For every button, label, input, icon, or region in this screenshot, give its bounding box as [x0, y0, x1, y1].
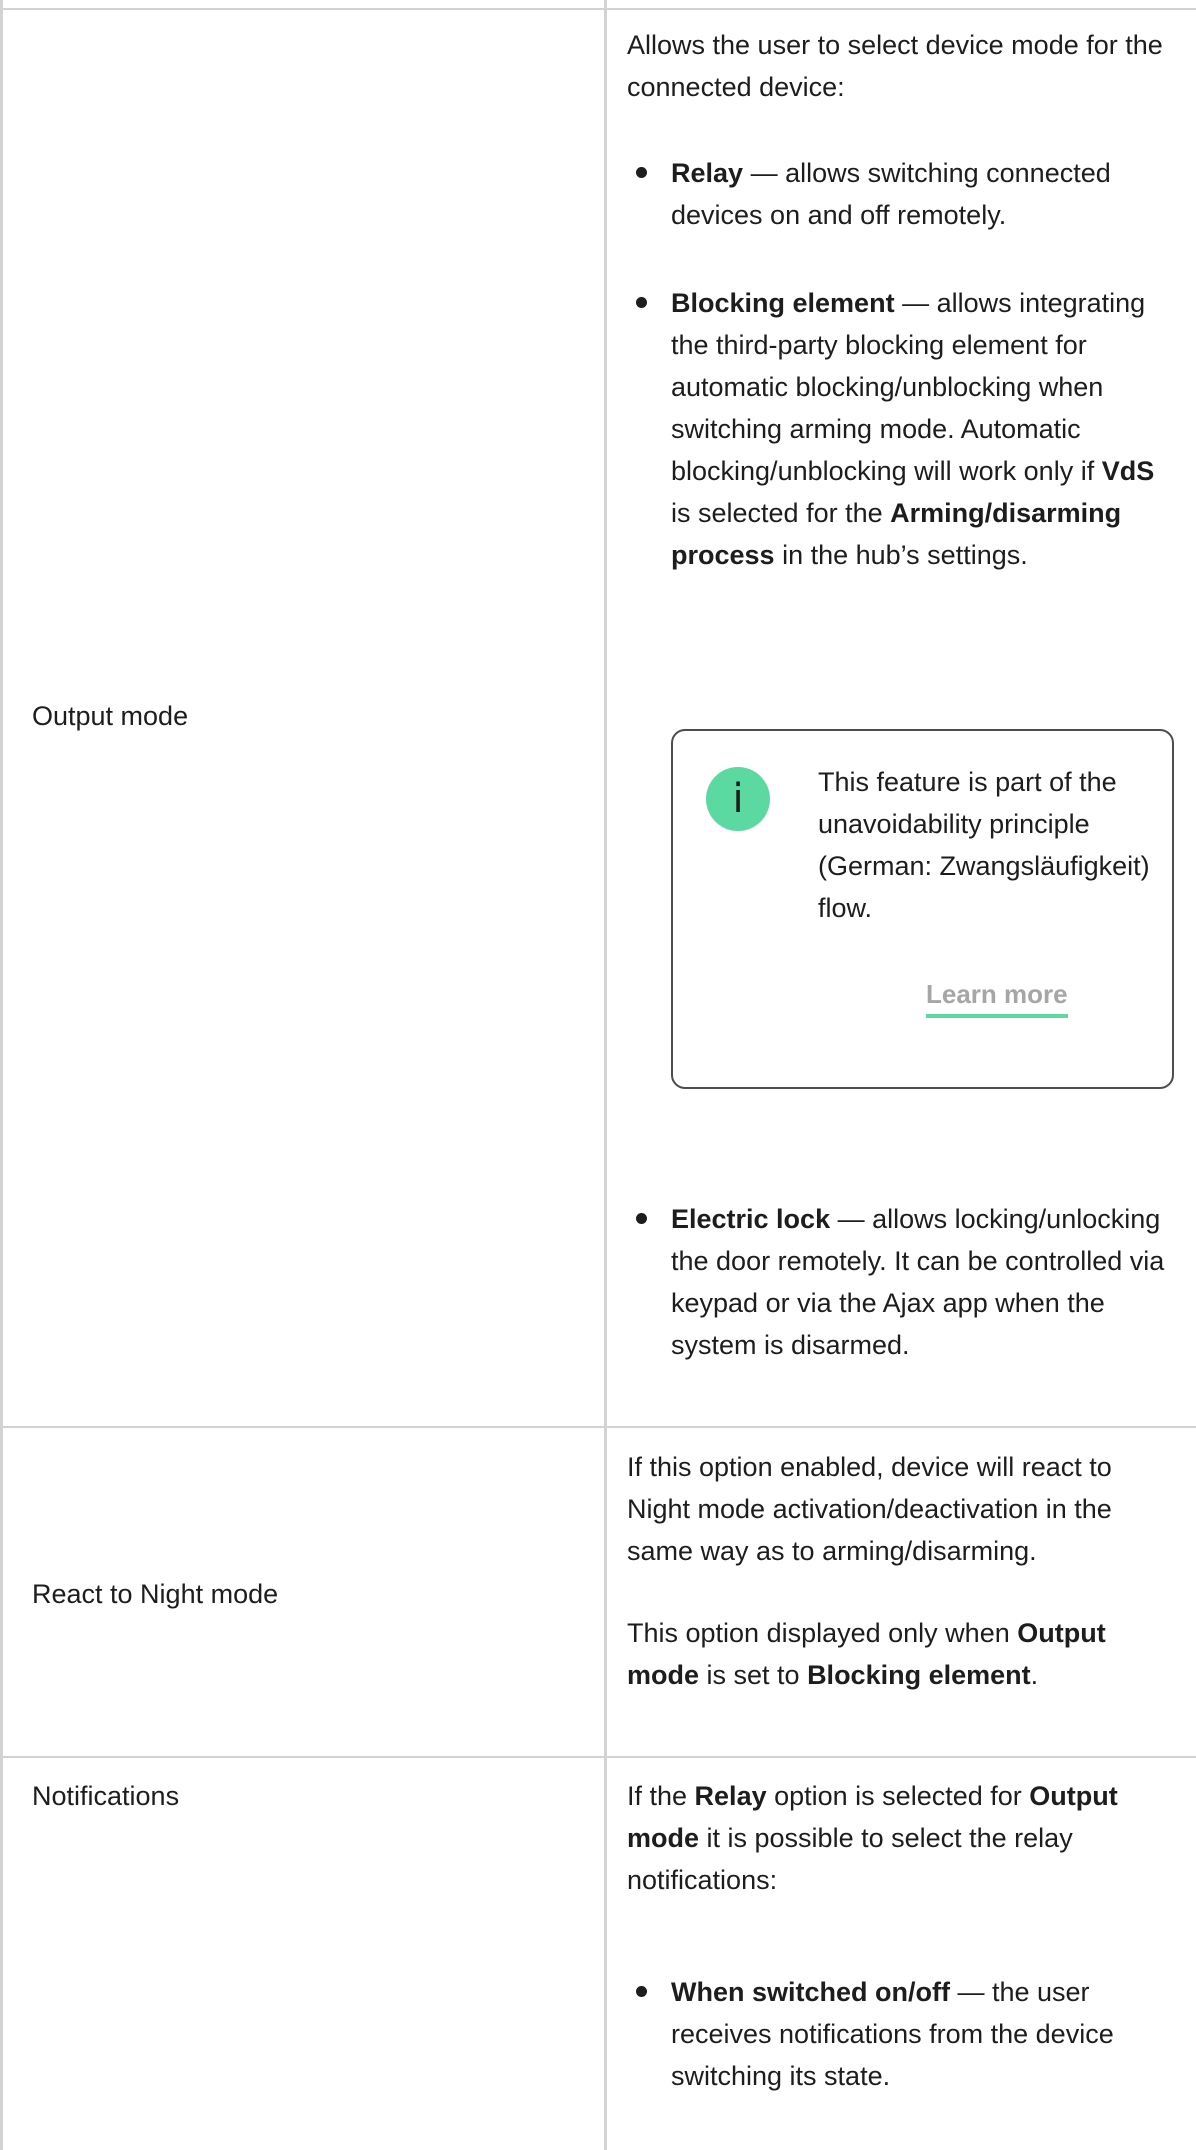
night-mode-paragraph: If this option enabled, device will reac…: [627, 1452, 1112, 1566]
night-mode-condition: This option displayed only when Output m…: [627, 1618, 1106, 1690]
row-label-react-to-night-mode: React to Night mode: [32, 1579, 279, 1609]
bullet-icon: [636, 1213, 647, 1224]
info-note: i This feature is part of the unavoidabi…: [671, 729, 1174, 1089]
bullet-icon: [636, 297, 647, 308]
table-left-border: [0, 0, 3, 2150]
bullet-icon: [636, 167, 647, 178]
row-description-output-mode-continued: Electric lock — allows locking/unlocking…: [627, 1198, 1172, 1366]
settings-table: Output mode Allows the user to select de…: [0, 0, 1196, 2150]
list-item: Electric lock — allows locking/unlocking…: [627, 1198, 1172, 1366]
row-description-output-mode: Allows the user to select device mode fo…: [627, 24, 1172, 576]
bullet-icon: [636, 1986, 647, 1997]
output-mode-options: Relay — allows switching connected devic…: [627, 152, 1172, 576]
notification-options: When switched on/off — the user receives…: [627, 1971, 1172, 2097]
info-icon: i: [706, 767, 770, 831]
list-item: Blocking element — allows integrating th…: [627, 282, 1172, 576]
output-mode-options-continued: Electric lock — allows locking/unlocking…: [627, 1198, 1172, 1366]
row-description-react-to-night-mode: If this option enabled, device will reac…: [627, 1446, 1172, 1696]
notifications-intro: If the Relay option is selected for Outp…: [627, 1781, 1118, 1895]
output-mode-intro: Allows the user to select device mode fo…: [627, 30, 1163, 102]
column-divider: [604, 0, 607, 2150]
info-note-text: This feature is part of the unavoidabili…: [818, 767, 1150, 923]
list-item: Relay — allows switching connected devic…: [627, 152, 1172, 236]
row-divider: [0, 1426, 1196, 1428]
row-label-output-mode: Output mode: [32, 701, 189, 731]
learn-more-link[interactable]: Learn more: [926, 976, 1068, 1018]
list-item: When switched on/off — the user receives…: [627, 1971, 1172, 2097]
row-label-notifications: Notifications: [32, 1781, 180, 1811]
table-top-border: [0, 8, 1196, 10]
row-divider: [0, 1756, 1196, 1758]
row-description-notifications: If the Relay option is selected for Outp…: [627, 1775, 1172, 2097]
